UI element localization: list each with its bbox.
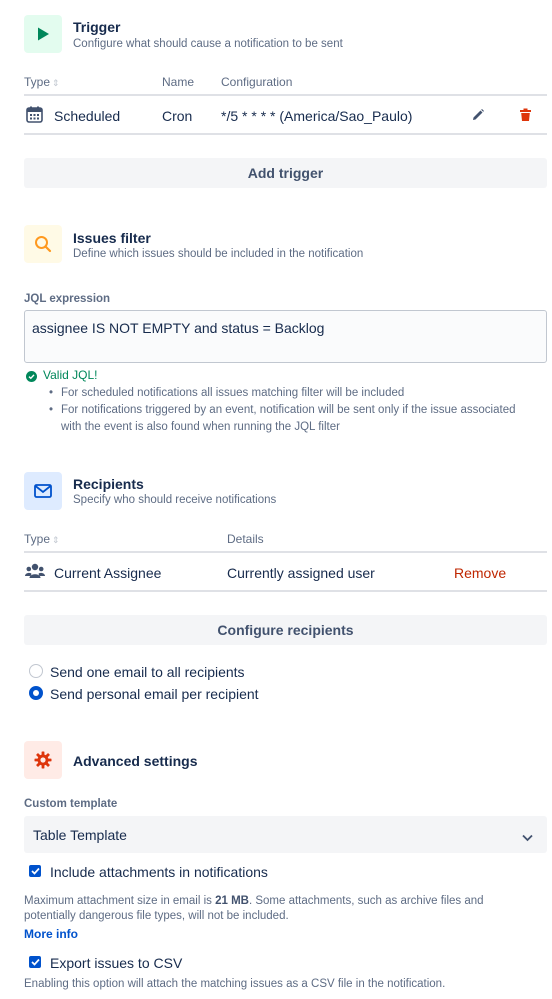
attachment-size-value: 21 MB: [215, 895, 249, 907]
remove-recipient-link[interactable]: Remove: [454, 565, 506, 581]
jql-note-item: • For scheduled notifications all issues…: [49, 387, 405, 399]
jql-notes-list: • For scheduled notifications all issues…: [49, 385, 539, 436]
recipients-col-details: Details: [227, 532, 264, 546]
trigger-table-bottom-rule: [24, 133, 547, 135]
export-csv-label[interactable]: Export issues to CSV: [50, 955, 182, 971]
play-icon: [38, 27, 49, 41]
issues-filter-title: Issues filter: [73, 230, 151, 246]
send-personal-email-label[interactable]: Send personal email per recipient: [50, 686, 259, 702]
trigger-col-type[interactable]: Type ⇕: [24, 75, 60, 89]
gear-icon: [34, 751, 52, 769]
more-info-link[interactable]: More info: [24, 927, 78, 941]
send-personal-email-radio[interactable]: [29, 686, 43, 700]
recipient-type-cell: Current Assignee: [54, 565, 162, 581]
recipients-description: Specify who should receive notifications: [73, 494, 277, 506]
sort-icon: ⇕: [52, 535, 60, 545]
checkmark-icon: [30, 867, 40, 875]
custom-template-select[interactable]: Table Template: [24, 816, 547, 853]
advanced-title: Advanced settings: [73, 753, 198, 769]
trash-icon: [520, 108, 531, 121]
trigger-table-header-rule: [24, 94, 547, 96]
recipients-title: Recipients: [73, 476, 144, 492]
add-trigger-button[interactable]: Add trigger: [24, 158, 547, 188]
advanced-icon-tile: [24, 741, 62, 779]
jql-value: assignee IS NOT EMPTY and status = Backl…: [32, 320, 325, 336]
recipients-col-type[interactable]: Type ⇕: [24, 532, 60, 546]
recipients-table-bottom-rule: [24, 590, 547, 592]
pencil-icon: [473, 109, 484, 120]
trigger-name-cell: Cron: [162, 108, 193, 124]
search-icon: [35, 236, 52, 253]
trigger-configuration-cell: */5 * * * * (America/Sao_Paulo): [221, 108, 413, 124]
check-circle-icon: [26, 369, 37, 387]
export-csv-note: Enabling this option will attach the mat…: [24, 978, 446, 990]
include-attachments-label[interactable]: Include attachments in notifications: [50, 864, 268, 880]
trigger-icon-tile: [24, 15, 62, 53]
trigger-col-name: Name: [162, 75, 195, 89]
issues-filter-description: Define which issues should be included i…: [73, 248, 364, 260]
jql-note-item: • For notifications triggered by an even…: [49, 404, 516, 433]
export-csv-checkbox[interactable]: [29, 956, 41, 968]
recipients-table-header-rule: [24, 551, 547, 553]
delete-trigger-button[interactable]: [519, 108, 532, 127]
custom-template-label: Custom template: [24, 798, 118, 810]
trigger-col-configuration: Configuration: [221, 75, 293, 89]
recipient-details-cell: Currently assigned user: [227, 565, 375, 581]
jql-label: JQL expression: [24, 293, 111, 305]
send-one-email-radio[interactable]: [29, 664, 43, 678]
configure-recipients-button[interactable]: Configure recipients: [24, 615, 547, 645]
sort-icon: ⇕: [52, 78, 60, 88]
issues-filter-icon-tile: [24, 225, 62, 263]
attachment-size-note: Maximum attachment size in email is 21 M…: [24, 895, 484, 922]
include-attachments-checkbox[interactable]: [29, 865, 41, 877]
chevron-down-icon: [522, 829, 533, 847]
mail-icon: [34, 484, 52, 498]
edit-trigger-button[interactable]: [471, 108, 485, 127]
users-icon: [25, 563, 45, 584]
send-one-email-label[interactable]: Send one email to all recipients: [50, 664, 245, 680]
trigger-description: Configure what should cause a notificati…: [73, 38, 343, 50]
jql-input[interactable]: assignee IS NOT EMPTY and status = Backl…: [24, 310, 547, 363]
valid-jql-message: Valid JQL!: [43, 368, 98, 382]
trigger-title: Trigger: [73, 19, 121, 35]
checkmark-icon: [30, 958, 40, 966]
custom-template-value: Table Template: [33, 827, 127, 843]
recipients-icon-tile: [24, 472, 62, 510]
calendar-icon: [26, 106, 43, 128]
trigger-type-cell: Scheduled: [54, 108, 121, 124]
